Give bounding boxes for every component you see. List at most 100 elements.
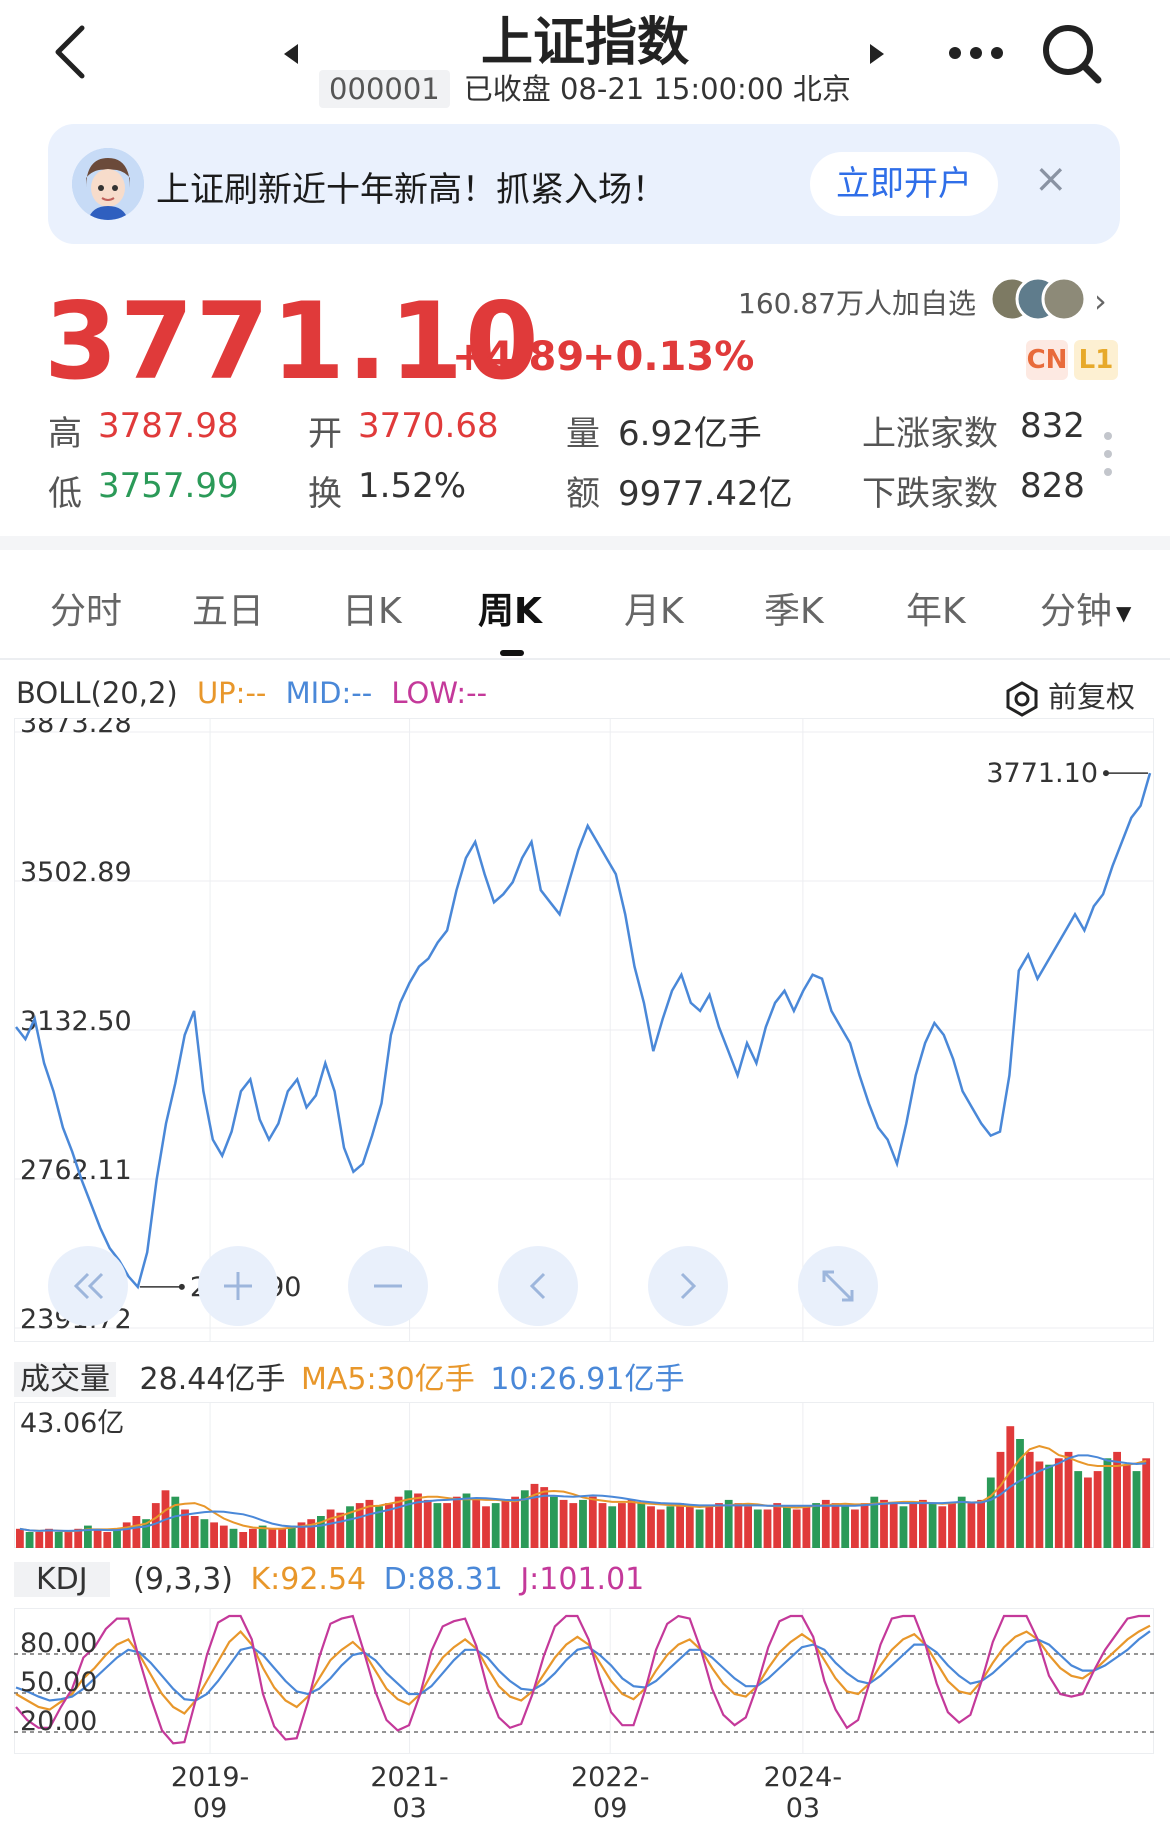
volume-bar — [229, 1528, 238, 1548]
volume-bar — [559, 1499, 568, 1548]
volume-bar — [715, 1503, 723, 1548]
next-stock-icon[interactable] — [866, 42, 886, 66]
chevron-right-icon[interactable]: › — [1094, 282, 1107, 320]
tab-quarterly-k[interactable]: 季K — [764, 582, 824, 634]
volume-bar — [724, 1499, 733, 1548]
boll-label: BOLL(20,2) — [16, 676, 178, 710]
volume-bar — [948, 1503, 956, 1548]
volume-bar — [482, 1506, 490, 1548]
boll-mid-value: MID:-- — [285, 676, 373, 710]
volume-bar — [113, 1528, 121, 1548]
x-tick-label: 2019-09 — [170, 1762, 250, 1824]
volume-bar — [637, 1503, 646, 1548]
tab-minute[interactable]: 分钟 ▼ — [1040, 582, 1131, 634]
tab-intraday[interactable]: 分时 — [50, 582, 122, 634]
tab-yearly-k[interactable]: 年K — [906, 582, 966, 634]
settings-icon — [1006, 681, 1038, 717]
volume-bar — [326, 1509, 335, 1548]
volume-bar — [35, 1532, 44, 1548]
kdj-label: KDJ — [14, 1562, 110, 1597]
weekly-k-line-chart[interactable]: 3873.283502.893132.502762.112391.72 3771… — [14, 718, 1154, 1342]
volume-bar — [831, 1503, 840, 1548]
open-account-button[interactable]: 立即开户 — [810, 152, 998, 216]
volume-bar — [880, 1499, 888, 1548]
kdj-j-value: J:101.01 — [520, 1562, 645, 1597]
search-icon[interactable] — [1040, 22, 1104, 86]
volume-bar — [1084, 1477, 1092, 1548]
scroll-left-button[interactable] — [498, 1246, 578, 1326]
active-tab-indicator — [500, 650, 524, 656]
volume-bar — [977, 1499, 985, 1548]
volume-bar — [1103, 1458, 1112, 1548]
volume-bar — [608, 1506, 617, 1548]
boll-indicator-line[interactable]: BOLL(20,2) UP:-- MID:-- LOW:-- — [16, 676, 487, 710]
volume-bar — [812, 1503, 820, 1548]
tab-weekly-k[interactable]: 周K — [478, 582, 542, 634]
scroll-right-button[interactable] — [648, 1246, 728, 1326]
tab-five-day[interactable]: 五日 — [192, 582, 264, 634]
volume-bar — [132, 1516, 141, 1548]
volume-bar — [763, 1509, 772, 1548]
top-navigation-bar: 上证指数 000001 已收盘 08-21 15:00:00 北京 — [0, 0, 1170, 118]
zoom-out-button[interactable] — [348, 1246, 428, 1326]
tab-monthly-k[interactable]: 月K — [624, 582, 684, 634]
tab-daily-k[interactable]: 日K — [342, 582, 402, 634]
volume-bar — [491, 1503, 500, 1548]
stock-code: 000001 — [319, 70, 450, 108]
volume-bar — [996, 1451, 1005, 1548]
promo-banner[interactable]: 上证刷新近十年新高！抓紧入场！ 立即开户 × — [48, 124, 1120, 244]
price-change-percent: +0.13% — [582, 334, 755, 380]
volume-bar — [753, 1509, 762, 1548]
volume-bar — [1093, 1471, 1102, 1548]
volume-bar — [472, 1499, 481, 1548]
watcher-avatars[interactable] — [990, 274, 1086, 324]
volume-bar — [938, 1506, 947, 1548]
assistant-avatar — [72, 148, 144, 220]
volume-bar — [268, 1528, 277, 1548]
high-value: 3787.98 — [98, 406, 239, 446]
kdj-indicator-line[interactable]: KDJ (9,3,3) K:92.54 D:88.31 J:101.01 — [14, 1562, 644, 1597]
fullscreen-button[interactable] — [798, 1246, 878, 1326]
volume-bar — [783, 1506, 791, 1548]
page-title: 上证指数 — [480, 13, 689, 73]
watchlist-count[interactable]: 160.87万人加自选 — [738, 282, 976, 322]
volume-bar — [860, 1503, 869, 1548]
kdj-y-tick-label: 50.00 — [20, 1667, 97, 1698]
advancers-value: 832 — [1020, 406, 1085, 446]
volume-chart[interactable]: 43.06亿 — [14, 1402, 1154, 1548]
y-tick-label: 3502.89 — [20, 857, 132, 888]
volume-bar — [685, 1506, 694, 1548]
turnover-value: 1.52% — [358, 466, 467, 506]
volume-bar — [734, 1503, 743, 1548]
close-icon[interactable]: × — [1034, 156, 1068, 202]
volume-bar — [821, 1499, 830, 1548]
volume-value: 6.92亿手 — [618, 414, 762, 454]
back-icon[interactable] — [48, 22, 96, 82]
volume-bar — [394, 1496, 403, 1548]
volume-bar — [957, 1496, 966, 1548]
volume-indicator-line[interactable]: 成交量 28.44亿手 MA5:30亿手 10:26.91亿手 — [14, 1354, 684, 1398]
volume-bar — [501, 1499, 510, 1548]
scroll-left-fast-button[interactable] — [48, 1246, 128, 1326]
volume-bar — [705, 1506, 714, 1548]
banner-message: 上证刷新近十年新高！抓紧入场！ — [156, 170, 666, 210]
more-icon[interactable] — [948, 46, 1004, 60]
zoom-in-button[interactable] — [198, 1246, 278, 1326]
section-divider — [0, 536, 1170, 550]
low-value: 3757.99 — [98, 466, 239, 506]
kdj-j-line — [15, 1614, 1150, 1745]
volume-bar — [666, 1506, 675, 1548]
volume-bar — [210, 1522, 218, 1548]
previous-stock-icon[interactable] — [282, 42, 302, 66]
quote-status: 000001 已收盘 08-21 15:00:00 北京 — [0, 66, 1170, 108]
volume-bar — [919, 1499, 927, 1548]
volume-bar — [1054, 1458, 1063, 1548]
tab-minute-label: 分钟 — [1040, 591, 1113, 632]
price-change: +4.89 — [452, 334, 585, 380]
adjustment-selector[interactable]: 前复权 — [1004, 674, 1135, 717]
volume-ma5: MA5:30亿手 — [300, 1362, 475, 1397]
volume-bar — [239, 1532, 248, 1548]
more-vertical-icon[interactable] — [1102, 430, 1114, 478]
volume-bar — [1035, 1461, 1044, 1548]
kdj-chart[interactable]: 80.00 50.00 20.00 — [14, 1608, 1154, 1754]
